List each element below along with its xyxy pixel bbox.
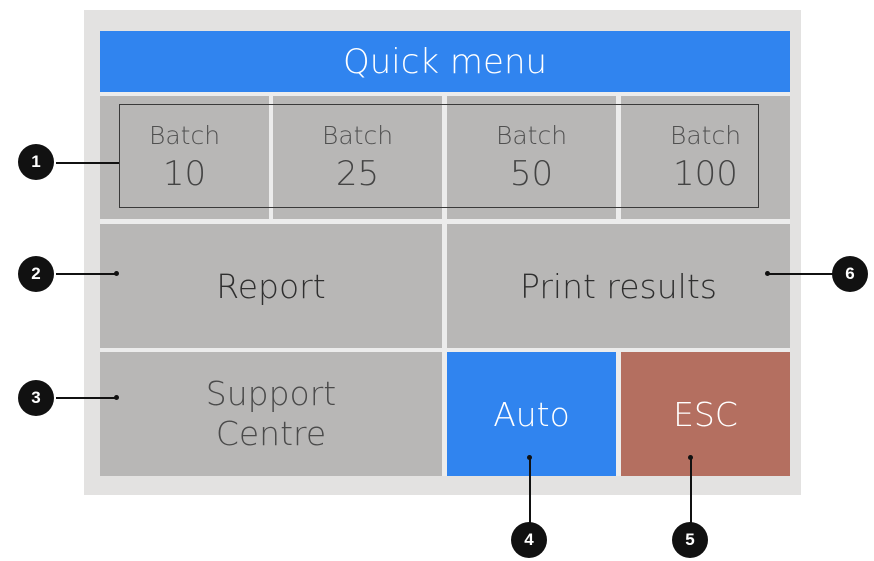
- callout-2-marker: 2: [18, 256, 54, 292]
- batch-10-button[interactable]: Batch 10: [100, 96, 269, 219]
- auto-label: Auto: [493, 394, 570, 434]
- callout-5-marker: 5: [672, 522, 708, 558]
- batch-label: Batch: [148, 121, 221, 150]
- callout-1-marker: 1: [18, 144, 54, 180]
- report-button[interactable]: Report: [100, 224, 442, 348]
- callout-3-dot: [114, 395, 119, 400]
- batch-25-button[interactable]: Batch 25: [273, 96, 442, 219]
- esc-label: ESC: [673, 394, 738, 434]
- support-centre-label: Support Centre: [205, 374, 337, 453]
- callout-3-marker: 3: [18, 380, 54, 416]
- callout-4-leader: [529, 458, 531, 524]
- callout-5-leader: [690, 458, 692, 524]
- batch-100-button[interactable]: Batch 100: [621, 96, 790, 219]
- batch-label: Batch: [495, 121, 568, 150]
- batch-value: 100: [673, 153, 738, 194]
- callout-1-leader: [56, 162, 119, 164]
- callout-2-leader: [56, 273, 116, 275]
- batch-value: 25: [335, 153, 380, 194]
- support-centre-button[interactable]: Support Centre: [100, 352, 442, 476]
- batch-value: 10: [162, 153, 207, 194]
- print-results-label: Print results: [520, 266, 717, 306]
- batch-label: Batch: [321, 121, 394, 150]
- quick-menu-screen: Quick menu Batch 10 Batch 25 Batch 50 Ba…: [100, 31, 790, 476]
- esc-button[interactable]: ESC: [621, 352, 790, 476]
- callout-6-marker: 6: [832, 256, 868, 292]
- batch-value: 50: [509, 153, 554, 194]
- report-label: Report: [216, 266, 326, 306]
- callout-2-dot: [114, 271, 119, 276]
- batch-label: Batch: [669, 121, 742, 150]
- print-results-button[interactable]: Print results: [447, 224, 790, 348]
- callout-3-leader: [56, 397, 116, 399]
- callout-6-leader: [768, 273, 834, 275]
- quick-menu-title: Quick menu: [100, 31, 790, 92]
- batch-50-button[interactable]: Batch 50: [447, 96, 616, 219]
- callout-4-marker: 4: [511, 522, 547, 558]
